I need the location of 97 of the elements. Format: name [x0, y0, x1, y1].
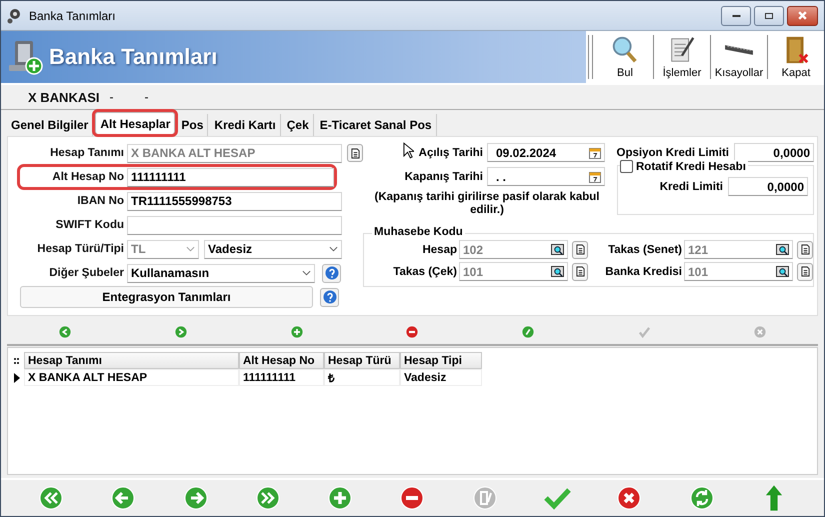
delete-icon [400, 486, 424, 510]
record-name: X BANKASI [28, 90, 100, 104]
add-icon [290, 326, 303, 338]
document-icon [800, 266, 810, 277]
help-button[interactable] [322, 264, 341, 282]
field-label: Hesap Tanımı [49, 147, 124, 159]
close-icon [797, 10, 808, 21]
minimize-button[interactable] [721, 6, 751, 26]
input-field[interactable]: X BANKA ALT HESAP [127, 144, 342, 162]
toolbar-button[interactable]: Bul [597, 31, 653, 83]
field-label: Hesap Türü/Tipi [36, 243, 124, 255]
date-note: (Kapanış tarihi girilirse pasif olarak kabul edilir.) [374, 191, 600, 217]
document-button[interactable] [797, 240, 813, 258]
first-icon [39, 486, 64, 510]
computer-add-icon [7, 39, 43, 75]
document-icon [576, 266, 584, 277]
checkbox[interactable]: Rotatif Kredi Hesabı [620, 160, 748, 173]
field-label: Banka Kredisi [604, 266, 682, 278]
document-icon [576, 244, 584, 255]
group-title: Muhasebe Kodu [372, 226, 465, 238]
table-cell: ₺ [324, 369, 400, 386]
tab[interactable]: Alt Hesaplar [95, 112, 176, 134]
document-button[interactable] [347, 144, 363, 162]
maximize-button[interactable] [754, 6, 784, 26]
grip-icon [12, 356, 21, 364]
add-icon [328, 486, 352, 510]
field-label: Açılış Tarihi [418, 146, 483, 158]
calendar-icon [589, 146, 601, 158]
toolbar-button[interactable]: İşlemler [654, 31, 710, 83]
help-button[interactable] [320, 288, 339, 306]
input-field[interactable]: 111111111 [127, 168, 334, 186]
column-header[interactable]: Hesap Türü [324, 352, 400, 369]
field-label: Alt Hesap No [51, 171, 124, 183]
dropdown[interactable]: Kullanamasın [127, 264, 315, 282]
dropdown[interactable]: Vadesiz [204, 240, 342, 258]
calendar-icon [589, 170, 601, 182]
page-title: Banka Tanımları [49, 44, 218, 70]
date-field[interactable]: 09.02.2024 [487, 143, 605, 162]
lookup-icon [551, 244, 564, 255]
input-field[interactable]: 101 [459, 262, 568, 281]
input-field[interactable]: 121 [684, 240, 793, 259]
lookup-icon [551, 266, 564, 277]
chevron-down-icon [302, 270, 311, 276]
edit-icon [522, 326, 534, 338]
input-field[interactable]: 0,0000 [734, 143, 814, 162]
input-field[interactable]: TR1111555998753 [127, 192, 342, 210]
window-title: Banka Tanımları [29, 8, 116, 22]
table-cell: 111111111 [239, 369, 324, 386]
toolbar-button[interactable]: Kapat [768, 31, 824, 83]
document-button[interactable] [572, 240, 588, 258]
integration-button[interactable]: Entegrasyon Tanımları [20, 286, 313, 308]
close-button[interactable] [787, 6, 818, 26]
field-label: IBAN No [76, 195, 124, 207]
edit-icon [472, 486, 497, 510]
record-field: - [144, 90, 170, 104]
column-header[interactable]: Alt Hesap No [239, 352, 324, 369]
lookup-icon [776, 244, 789, 255]
field-label: Takas (Senet) [607, 244, 682, 256]
column-header[interactable]: Hesap Tanımı [24, 352, 239, 369]
chevron-down-icon [186, 246, 195, 252]
field-label: Hesap [421, 244, 457, 256]
table-cell: Vadesiz [400, 369, 482, 386]
input-field[interactable]: 101 [684, 262, 793, 281]
dropdown[interactable]: TL [127, 240, 199, 258]
lookup-icon [776, 266, 789, 277]
mouse-cursor-icon [403, 142, 414, 159]
keyboard-icon [724, 44, 754, 56]
field-label: SWIFT Kodu [54, 219, 124, 231]
table-cell: X BANKA ALT HESAP [24, 369, 239, 386]
check-icon [542, 486, 571, 510]
check-icon [638, 326, 651, 338]
refresh-icon [690, 486, 714, 510]
delete-icon [406, 326, 418, 338]
date-field[interactable]: . . [487, 167, 605, 186]
input-field[interactable]: 102 [459, 240, 568, 259]
up-arrow-icon [764, 484, 783, 512]
gear-icon [7, 8, 23, 24]
record-field: - [110, 90, 135, 104]
document-button[interactable] [572, 262, 588, 280]
chevron-down-icon [329, 246, 338, 252]
input-field[interactable]: 0,0000 [728, 177, 808, 196]
cancel-icon [754, 326, 766, 338]
input-field[interactable] [127, 216, 342, 234]
field-label: Takas (Çek) [392, 266, 457, 278]
field-label: Opsiyon Kredi Limiti [616, 146, 729, 158]
field-label: Kapanış Tarihi [404, 170, 483, 182]
column-header[interactable]: Hesap Tipi [400, 352, 482, 369]
minimize-icon [732, 14, 740, 16]
document-icon [800, 244, 810, 255]
document-button[interactable] [797, 262, 813, 280]
field-label: Diğer Şubeler [48, 267, 124, 279]
cancel-icon [617, 486, 642, 510]
last-icon [256, 486, 280, 510]
document-icon [350, 148, 360, 158]
maximize-icon [764, 10, 774, 20]
toolbar-button[interactable]: Kısayollar [711, 31, 767, 83]
field-label: Kredi Limiti [660, 180, 723, 192]
